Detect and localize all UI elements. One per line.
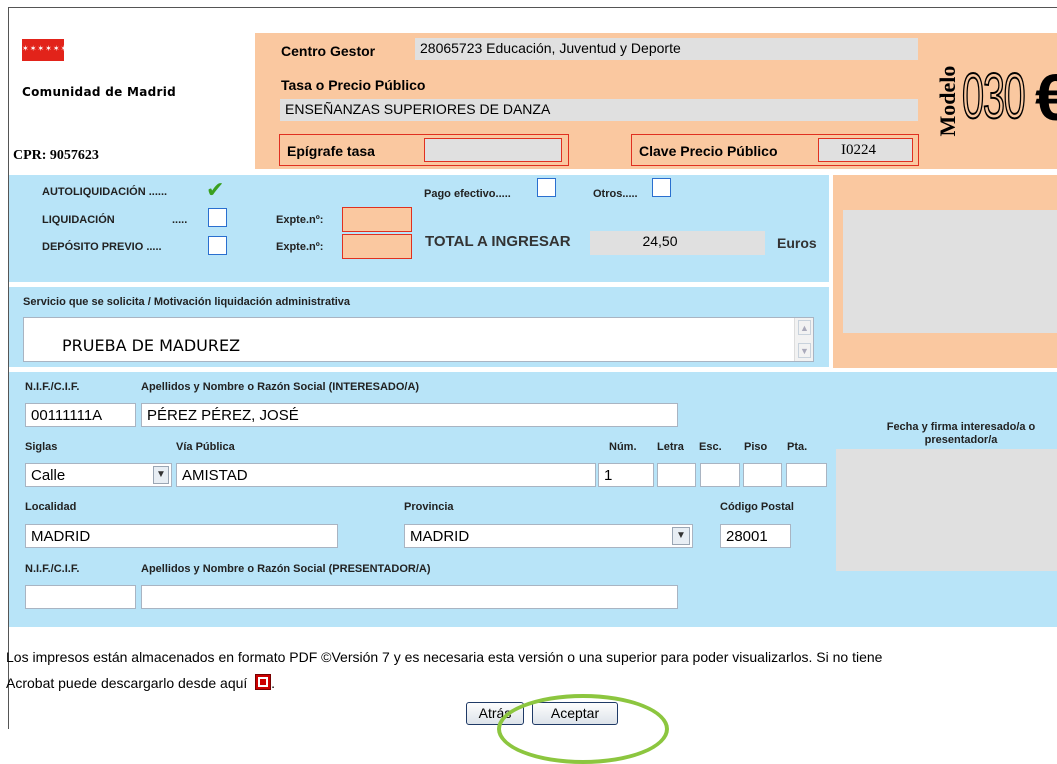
chevron-down-icon[interactable]: ▼ — [672, 527, 690, 545]
star-icon: ✶✶✶✶✶✶✶ — [22, 44, 76, 53]
expte1-label: Expte.nº: — [276, 214, 324, 226]
via-label: Vía Pública — [176, 441, 235, 453]
otros-checkbox[interactable] — [652, 178, 671, 197]
epigrafe-label: Epígrafe tasa — [287, 143, 375, 159]
presentador-nif-label: N.I.F./C.I.F. — [25, 563, 80, 575]
provincia-label: Provincia — [404, 501, 454, 513]
cp-input[interactable]: 28001 — [720, 524, 791, 548]
cp-label: Código Postal — [720, 501, 794, 513]
presentador-nif-input[interactable] — [25, 585, 136, 609]
top-frame-line — [8, 7, 1057, 8]
letra-input[interactable] — [657, 463, 696, 487]
chevron-down-icon[interactable]: ▼ — [153, 466, 169, 484]
scrollbar[interactable]: ▲ ▼ — [794, 318, 813, 361]
centro-gestor-label: Centro Gestor — [281, 43, 376, 59]
clave-label: Clave Precio Público — [639, 143, 778, 159]
siglas-select[interactable]: Calle ▼ — [25, 463, 172, 487]
nif-input[interactable]: 00111111A — [25, 403, 136, 427]
scroll-up-icon[interactable]: ▲ — [798, 320, 811, 335]
clave-field[interactable]: I0224 — [818, 138, 913, 162]
expte2-label: Expte.nº: — [276, 241, 324, 253]
siglas-label: Siglas — [25, 441, 58, 453]
nif-label: N.I.F./C.I.F. — [25, 381, 80, 393]
footer-line2: Acrobat puede descargarlo desde aquí . — [6, 674, 275, 691]
euros-label: Euros — [777, 235, 817, 251]
expte2-field[interactable] — [342, 234, 412, 259]
footer-line2-text: Acrobat puede descargarlo desde aquí — [6, 675, 248, 691]
esc-input[interactable] — [700, 463, 740, 487]
modelo-logo: Modelo 030 € — [925, 52, 1057, 152]
deposito-checkbox[interactable] — [208, 236, 227, 255]
tasa-label: Tasa o Precio Público — [281, 77, 426, 93]
piso-input[interactable] — [743, 463, 782, 487]
liquidacion-label: LIQUIDACIÓN — [42, 214, 115, 226]
localidad-input[interactable]: MADRID — [25, 524, 338, 548]
provincia-select[interactable]: MADRID ▼ — [404, 524, 693, 548]
right-gray-box — [843, 210, 1057, 333]
autoliquidacion-label: AUTOLIQUIDACIÓN ...... — [42, 186, 168, 198]
letra-label: Letra — [657, 441, 684, 453]
servicio-textarea[interactable]: PRUEBA DE MADUREZ ▲ ▼ — [23, 317, 814, 362]
footer-line1: Los impresos están almacenados en format… — [6, 649, 883, 665]
pta-input[interactable] — [786, 463, 827, 487]
otros-label: Otros..... — [593, 188, 638, 200]
total-value: 24,50 — [590, 231, 765, 255]
cpr-label: CPR: 9057623 — [13, 148, 99, 163]
euro-sign: € — [1035, 60, 1057, 134]
presentador-nombre-input[interactable] — [141, 585, 678, 609]
org-name: Comunidad de Madrid — [22, 85, 177, 99]
esc-label: Esc. — [699, 441, 722, 453]
liquidacion-dots: ..... — [172, 214, 188, 226]
autoliquidacion-check[interactable]: ✔ — [206, 180, 228, 202]
epigrafe-field[interactable] — [424, 138, 562, 162]
logo-area: ✶✶✶✶✶✶✶ Comunidad de Madrid — [20, 35, 260, 125]
total-label: TOTAL A INGRESAR — [425, 233, 571, 250]
siglas-value: Calle — [31, 467, 66, 484]
highlight-ellipse — [497, 694, 669, 764]
localidad-label: Localidad — [25, 501, 77, 513]
pago-efectivo-checkbox[interactable] — [537, 178, 556, 197]
provincia-value: MADRID — [410, 528, 470, 545]
liquidacion-checkbox[interactable] — [208, 208, 227, 227]
centro-gestor-value: 28065723 Educación, Juventud y Deporte — [415, 38, 918, 60]
num-label: Núm. — [609, 441, 637, 453]
nombre-label: Apellidos y Nombre o Razón Social (INTER… — [141, 381, 420, 393]
deposito-label: DEPÓSITO PREVIO ..... — [42, 241, 162, 253]
servicio-text: PRUEBA DE MADUREZ — [62, 336, 241, 355]
servicio-label: Servicio que se solicita / Motivación li… — [23, 296, 351, 308]
check-icon: ✔ — [206, 178, 225, 203]
piso-label: Piso — [744, 441, 768, 453]
num-input[interactable]: 1 — [598, 463, 654, 487]
modelo-number: 030 — [961, 59, 1026, 133]
madrid-flag-logo: ✶✶✶✶✶✶✶ — [22, 39, 75, 61]
pta-label: Pta. — [787, 441, 808, 453]
via-input[interactable]: AMISTAD — [176, 463, 596, 487]
firma-box — [836, 449, 1057, 571]
tasa-value: ENSEÑANZAS SUPERIORES DE DANZA — [280, 99, 918, 121]
nombre-input[interactable]: PÉREZ PÉREZ, JOSÉ — [141, 403, 678, 427]
presentador-nombre-label: Apellidos y Nombre o Razón Social (PRESE… — [141, 563, 431, 575]
pago-efectivo-label: Pago efectivo..... — [424, 188, 511, 200]
firma-label: Fecha y firma interesado/a o presentador… — [886, 421, 1036, 446]
scroll-down-icon[interactable]: ▼ — [798, 343, 811, 358]
expte1-field[interactable] — [342, 207, 412, 232]
modelo-word: Modelo — [935, 65, 960, 137]
pdf-icon[interactable] — [255, 674, 272, 690]
footer-period: . — [271, 675, 276, 691]
